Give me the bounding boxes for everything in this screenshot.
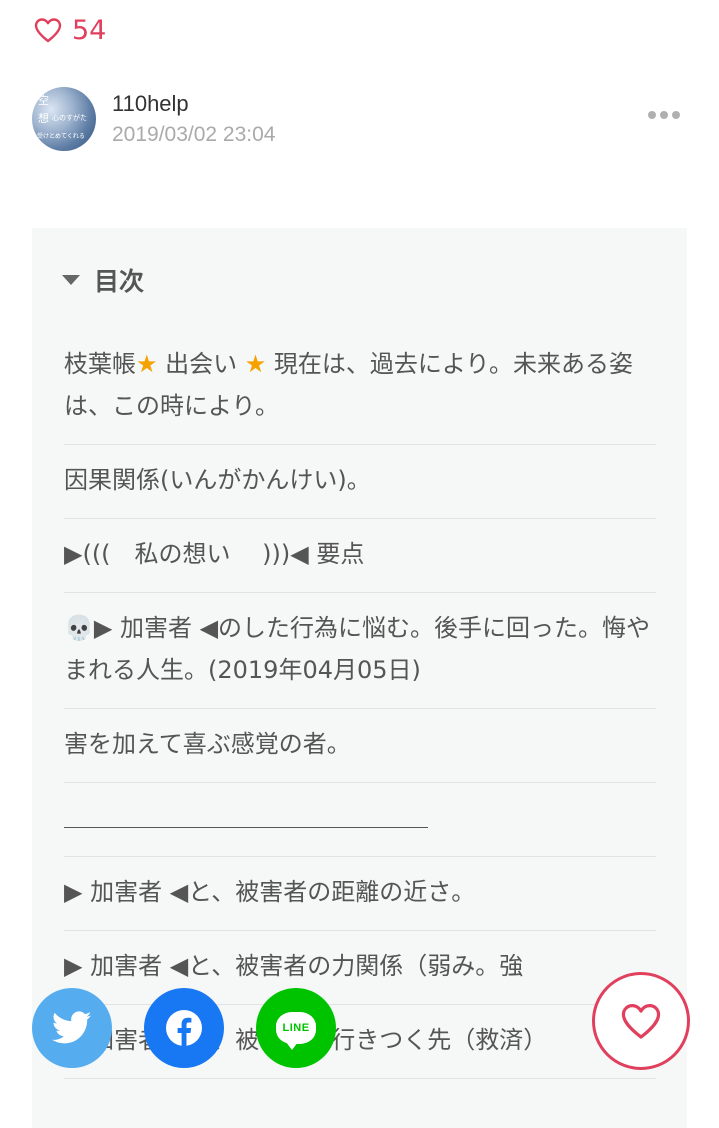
toc-item-divider-line[interactable]: [64, 783, 656, 857]
share-line-button[interactable]: LINE: [256, 988, 336, 1068]
toc-title: 目次: [94, 267, 145, 296]
line-bubble-icon: LINE: [276, 1012, 316, 1050]
post-date: 2019/03/02 23:04: [112, 123, 276, 146]
share-twitter-button[interactable]: [32, 988, 112, 1068]
toc-item[interactable]: ▶ 加害者 ◀と、被害者の力関係（弱み。強: [64, 931, 656, 1005]
table-of-contents: 目次 枝葉帳★ 出会い ★ 現在は、過去により。未来ある姿は、この時により。 因…: [32, 228, 687, 1128]
toc-item[interactable]: 因果関係(いんがかんけい)。: [64, 445, 656, 519]
caret-down-icon: [62, 275, 80, 285]
avatar-text-4: 受けとめてくれる: [37, 133, 85, 140]
author-meta: 110help 2019/03/02 23:04: [112, 91, 276, 147]
avatar-text-3: 心のすがた: [52, 114, 87, 122]
heart-outline-icon: [34, 18, 62, 43]
heart-outline-icon: [621, 1004, 661, 1039]
toc-item[interactable]: ▶((( 私の想い )))◀ 要点: [64, 519, 656, 593]
facebook-f-icon: [166, 1010, 202, 1046]
author-name[interactable]: 110help: [112, 91, 276, 117]
toc-item-text: 出会い: [157, 350, 245, 378]
dot-icon: [648, 111, 656, 119]
avatar[interactable]: 空 想 心のすがた 受けとめてくれる: [32, 87, 96, 151]
like-fab-button[interactable]: [592, 972, 690, 1070]
underline-rule: [64, 827, 428, 828]
like-counter[interactable]: 54: [34, 14, 106, 46]
star-icon: ★: [244, 350, 267, 378]
toc-item[interactable]: 💀▶ 加害者 ◀のした行為に悩む。後手に回った。悔やまれる人生。(2019年04…: [64, 593, 656, 709]
dot-icon: [672, 111, 680, 119]
star-icon: ★: [136, 350, 158, 378]
twitter-bird-icon: [52, 1011, 92, 1044]
article-page: 54 空 想 心のすがた 受けとめてくれる 110help 2019/03/02…: [0, 0, 719, 1128]
toc-list: 枝葉帳★ 出会い ★ 現在は、過去により。未来ある姿は、この時により。 因果関係…: [64, 328, 656, 1079]
more-options-button[interactable]: [648, 111, 680, 119]
toc-header[interactable]: 目次: [62, 262, 144, 298]
toc-item[interactable]: ▶ 加害者 ◀と、被害者の距離の近さ。: [64, 857, 656, 931]
author-row: 空 想 心のすがた 受けとめてくれる 110help 2019/03/02 23…: [32, 87, 687, 151]
toc-item[interactable]: 害を加えて喜ぶ感覚の者。: [64, 709, 656, 783]
avatar-text-2: 想: [38, 112, 49, 125]
avatar-text-1: 空: [38, 94, 49, 107]
like-count: 54: [72, 14, 107, 46]
share-facebook-button[interactable]: [144, 988, 224, 1068]
toc-item[interactable]: 枝葉帳★ 出会い ★ 現在は、過去により。未来ある姿は、この時により。: [64, 328, 656, 445]
toc-item-text: 枝葉帳: [64, 350, 136, 378]
dot-icon: [660, 111, 668, 119]
line-label: LINE: [282, 1022, 310, 1034]
